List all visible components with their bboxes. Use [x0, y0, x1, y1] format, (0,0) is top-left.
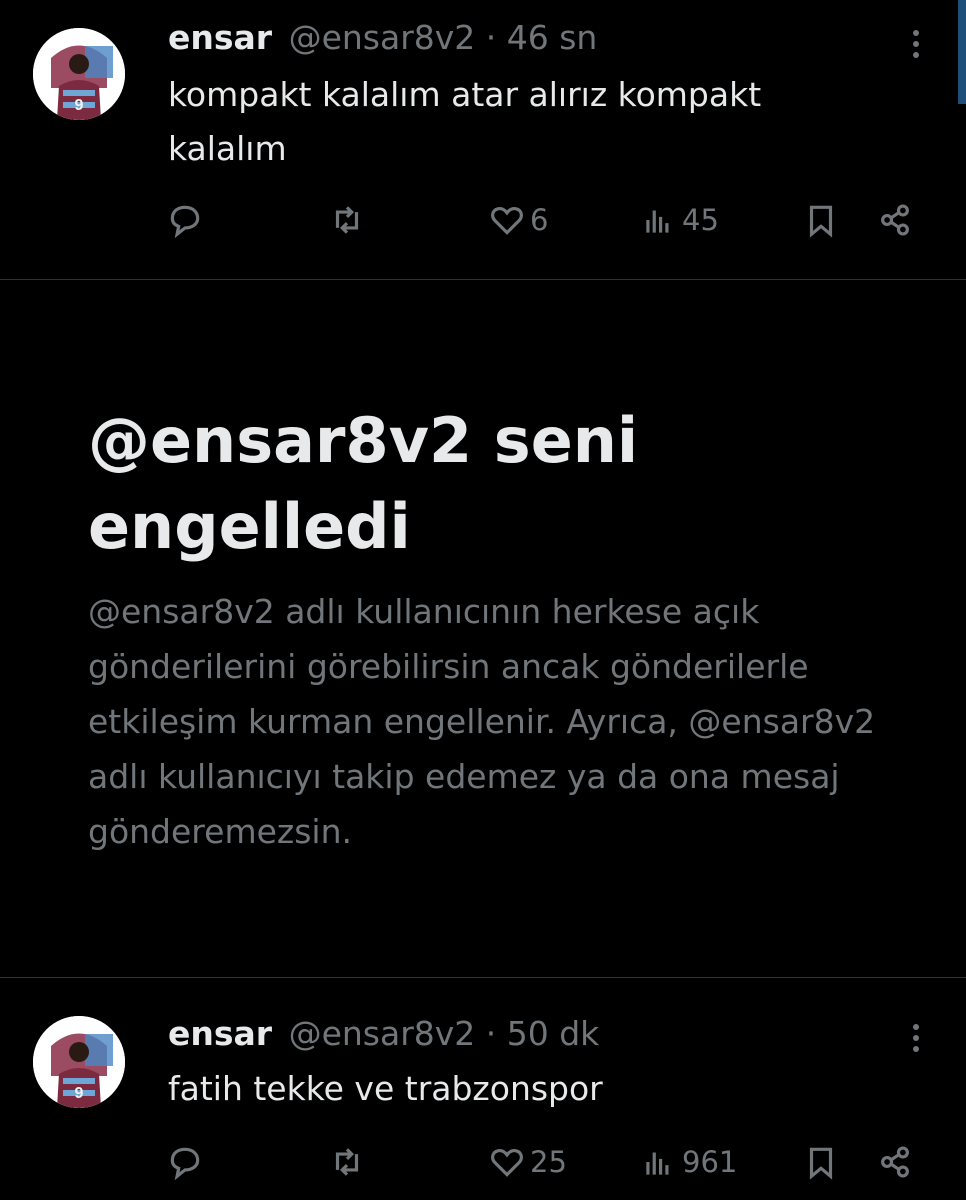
divider	[0, 279, 966, 280]
reply-button[interactable]	[166, 200, 204, 240]
analytics-icon	[646, 210, 669, 233]
tweet-actions: 6 45	[0, 200, 966, 240]
svg-text:9: 9	[75, 1085, 84, 1102]
display-name[interactable]: ensar	[168, 18, 272, 57]
divider	[0, 977, 966, 978]
reply-button[interactable]	[166, 1142, 204, 1182]
heart-icon	[491, 1149, 523, 1177]
like-count: 6	[530, 203, 549, 237]
bookmark-icon	[809, 205, 833, 238]
views-button[interactable]: 961	[640, 1142, 737, 1182]
tweet[interactable]: 9 ensar @ensar8v2 · 46 sn kompakt kalalı…	[0, 0, 966, 280]
reply-icon	[170, 205, 200, 239]
tweet-text: fatih tekke ve trabzonspor	[168, 1069, 603, 1108]
svg-text:9: 9	[75, 97, 84, 114]
tweet[interactable]: 9 ensar @ensar8v2 · 50 dk fatih tekke ve…	[0, 990, 966, 1200]
bookmark-button[interactable]	[802, 200, 840, 240]
handle-and-time[interactable]: @ensar8v2 · 46 sn	[289, 18, 598, 57]
heart-icon	[491, 207, 523, 235]
like-count: 25	[530, 1145, 567, 1179]
trabzonspor-player-avatar-icon: 9	[33, 28, 125, 120]
more-options-icon[interactable]	[906, 30, 926, 63]
view-count: 45	[682, 203, 719, 237]
display-name[interactable]: ensar	[168, 1014, 272, 1053]
repost-icon	[335, 1148, 359, 1176]
more-options-icon[interactable]	[906, 1024, 926, 1057]
trabzonspor-player-avatar-icon: 9	[33, 1016, 125, 1108]
avatar[interactable]: 9	[33, 28, 125, 120]
tweet-actions: 25 961	[0, 1142, 966, 1182]
repost-button[interactable]	[328, 1142, 366, 1182]
like-button[interactable]: 25	[488, 1142, 567, 1182]
views-button[interactable]: 45	[640, 200, 719, 240]
blocked-description: @ensar8v2 adlı kullanıcının herkese açık…	[88, 592, 876, 851]
share-button[interactable]	[876, 1142, 914, 1182]
repost-button[interactable]	[328, 200, 366, 240]
share-icon	[881, 1146, 909, 1178]
bookmark-icon	[809, 1147, 833, 1180]
like-button[interactable]: 6	[488, 200, 548, 240]
view-count: 961	[682, 1145, 738, 1179]
share-icon	[881, 204, 909, 236]
tweet-header: ensar @ensar8v2 · 46 sn	[168, 18, 597, 58]
repost-icon	[335, 206, 359, 234]
reply-icon	[170, 1147, 200, 1181]
bookmark-button[interactable]	[802, 1142, 840, 1182]
handle-and-time[interactable]: @ensar8v2 · 50 dk	[289, 1014, 600, 1053]
analytics-icon	[646, 1152, 669, 1175]
tweet-text: kompakt kalalım atar alırız kompakt kala…	[168, 75, 762, 168]
tweet-header: ensar @ensar8v2 · 50 dk	[168, 1014, 599, 1054]
share-button[interactable]	[876, 200, 914, 240]
blocked-title: @ensar8v2 seni engelledi	[88, 404, 639, 563]
avatar[interactable]: 9	[33, 1016, 125, 1108]
